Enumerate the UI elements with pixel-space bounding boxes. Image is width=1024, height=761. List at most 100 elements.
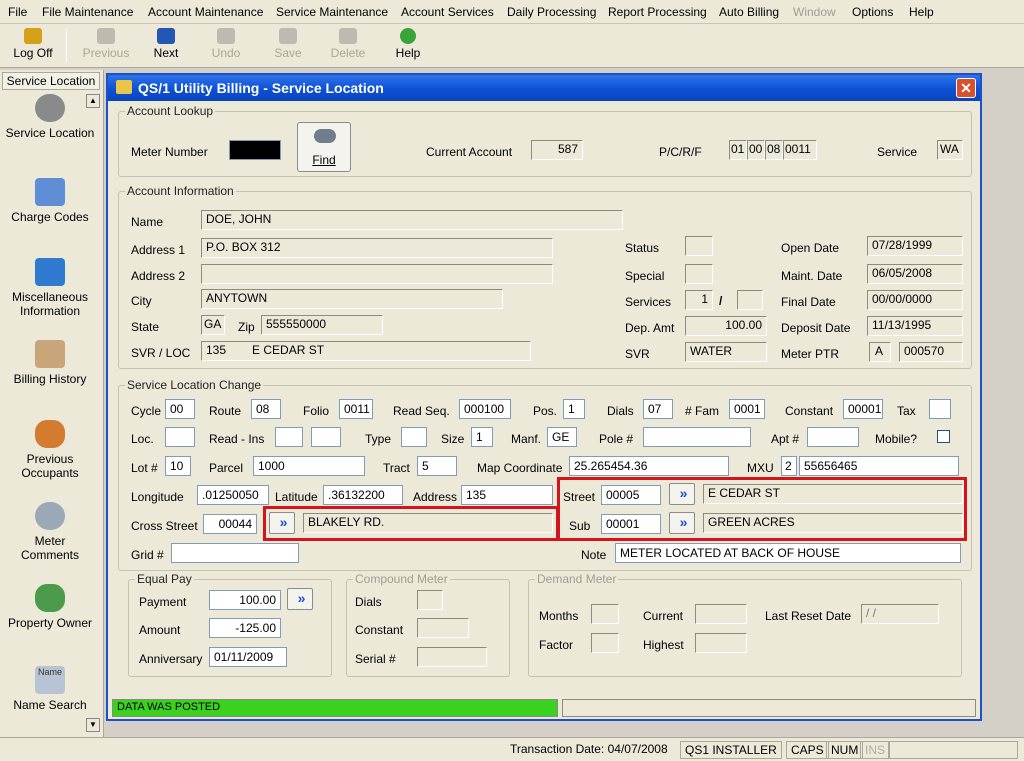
transaction-date: Transaction Date: 04/07/2008 xyxy=(510,742,668,756)
size-input[interactable]: 1 xyxy=(471,427,493,447)
address-input[interactable]: 135 xyxy=(461,485,553,505)
window-title: QS/1 Utility Billing - Service Location xyxy=(138,80,384,96)
special-value xyxy=(685,264,713,284)
menu-account-maintenance[interactable]: Account Maintenance xyxy=(148,5,263,19)
pcrf-r: 08 xyxy=(765,140,783,160)
menu-bar: File File Maintenance Account Maintenanc… xyxy=(0,0,1024,24)
menu-help[interactable]: Help xyxy=(909,5,934,19)
person-icon xyxy=(35,94,65,122)
menu-account-services[interactable]: Account Services xyxy=(401,5,494,19)
lot-input[interactable]: 10 xyxy=(165,456,191,476)
map-coordinate-input[interactable]: 25.265454.36 xyxy=(569,456,729,476)
sidebar-item-previous-occupants[interactable]: Previous Occupants xyxy=(4,420,96,480)
close-button[interactable]: ✕ xyxy=(956,78,976,98)
sidebar-item-misc-info[interactable]: Miscellaneous Information xyxy=(4,258,96,318)
sidebar-item-name-search[interactable]: Name Name Search xyxy=(4,666,96,712)
read-ins-input-2[interactable] xyxy=(311,427,341,447)
anniversary-input[interactable]: 01/11/2009 xyxy=(209,647,287,667)
help-button[interactable]: Help xyxy=(388,26,428,64)
logoff-button[interactable]: Log Off xyxy=(8,26,58,64)
constant-input[interactable]: 00001 xyxy=(843,399,883,419)
state-value: GA xyxy=(201,315,225,335)
amount-input[interactable]: -125.00 xyxy=(209,618,281,638)
sidebar: Service Location ▲ Service Location Char… xyxy=(0,70,104,738)
sidebar-item-meter-comments[interactable]: Meter Comments xyxy=(4,502,96,562)
sidebar-item-service-location[interactable]: Service Location xyxy=(4,94,96,140)
manf-input[interactable]: GE xyxy=(547,427,577,447)
pcrf-f: 0011 xyxy=(783,140,817,160)
meter-ptr-b: 000570 xyxy=(899,342,963,362)
menu-file-maintenance[interactable]: File Maintenance xyxy=(42,5,133,19)
menu-report-processing[interactable]: Report Processing xyxy=(608,5,707,19)
mobile-checkbox[interactable] xyxy=(937,430,950,443)
apt-input[interactable] xyxy=(807,427,859,447)
status-value xyxy=(685,236,713,256)
menu-file[interactable]: File xyxy=(8,5,27,19)
latitude-input[interactable]: .36132200 xyxy=(323,485,403,505)
payment-input[interactable]: 100.00 xyxy=(209,590,281,610)
demand-months-value xyxy=(591,604,619,624)
service-location-window: QS/1 Utility Billing - Service Location … xyxy=(106,73,982,721)
svr-value: WATER xyxy=(685,342,767,362)
type-input[interactable] xyxy=(401,427,427,447)
cross-street-code-input[interactable]: 00044 xyxy=(203,514,257,534)
delete-button: Delete xyxy=(325,26,371,64)
address2-value xyxy=(201,264,553,284)
parcel-input[interactable]: 1000 xyxy=(253,456,365,476)
meter-number-input[interactable] xyxy=(229,140,281,160)
compound-serial-value xyxy=(417,647,487,667)
tract-input[interactable]: 5 xyxy=(417,456,457,476)
note-input[interactable]: METER LOCATED AT BACK OF HOUSE xyxy=(615,543,961,563)
pcrf-c: 00 xyxy=(747,140,765,160)
next-button[interactable]: Next xyxy=(144,26,188,64)
address1-value: P.O. BOX 312 xyxy=(201,238,553,258)
route-input[interactable]: 08 xyxy=(251,399,281,419)
grid-input[interactable] xyxy=(171,543,299,563)
read-seq-input[interactable]: 000100 xyxy=(459,399,511,419)
dials-input[interactable]: 07 xyxy=(643,399,673,419)
fam-input[interactable]: 0001 xyxy=(729,399,765,419)
demand-highest-value xyxy=(695,633,747,653)
longitude-input[interactable]: .01250050 xyxy=(197,485,269,505)
zip-value: 555550000 xyxy=(261,315,383,335)
sidebar-item-billing-history[interactable]: Billing History xyxy=(4,340,96,386)
find-button[interactable]: Find xyxy=(297,122,351,172)
app-icon xyxy=(116,80,132,94)
pos-input[interactable]: 1 xyxy=(563,399,585,419)
svr-loc-value: 135 E CEDAR ST xyxy=(201,341,531,361)
folio-input[interactable]: 0011 xyxy=(339,399,373,419)
comments-icon xyxy=(35,502,65,530)
compound-dials-value xyxy=(417,590,443,610)
sidebar-item-charge-codes[interactable]: Charge Codes xyxy=(4,178,96,224)
account-lookup-group: Account Lookup Meter Number Find Current… xyxy=(118,104,972,177)
menu-options[interactable]: Options xyxy=(852,5,893,19)
dep-amt-value: 100.00 xyxy=(685,316,767,336)
status-empty-panel xyxy=(888,741,1018,759)
services-value-b xyxy=(737,290,763,310)
menu-daily-processing[interactable]: Daily Processing xyxy=(507,5,596,19)
loc-input[interactable] xyxy=(165,427,195,447)
charge-codes-icon xyxy=(35,178,65,206)
compound-constant-value xyxy=(417,618,469,638)
demand-current-value xyxy=(695,604,747,624)
sidebar-item-property-owner[interactable]: Property Owner xyxy=(4,584,96,630)
account-information-group: Account Information Name DOE, JOHN Addre… xyxy=(118,184,972,369)
sidebar-scroll-down[interactable]: ▼ xyxy=(86,718,100,732)
cycle-input[interactable]: 00 xyxy=(165,399,195,419)
num-indicator: NUM xyxy=(826,741,864,759)
mxu-input-a[interactable]: 2 xyxy=(781,456,797,476)
pole-input[interactable] xyxy=(643,427,751,447)
name-search-icon: Name xyxy=(35,666,65,694)
menu-window: Window xyxy=(793,5,836,19)
payment-lookup-button[interactable]: » xyxy=(287,588,313,610)
meter-ptr-a: A xyxy=(869,342,891,362)
read-ins-input-1[interactable] xyxy=(275,427,303,447)
menu-auto-billing[interactable]: Auto Billing xyxy=(719,5,779,19)
toolbar: Log Off Previous Next Undo Save Delete H… xyxy=(0,24,1024,68)
tax-input[interactable] xyxy=(929,399,951,419)
open-date-value: 07/28/1999 xyxy=(867,236,963,256)
final-date-value: 00/00/0000 xyxy=(867,290,963,310)
demand-last-reset-value: / / xyxy=(861,604,939,624)
mxu-input-b[interactable]: 55656465 xyxy=(799,456,959,476)
menu-service-maintenance[interactable]: Service Maintenance xyxy=(276,5,388,19)
